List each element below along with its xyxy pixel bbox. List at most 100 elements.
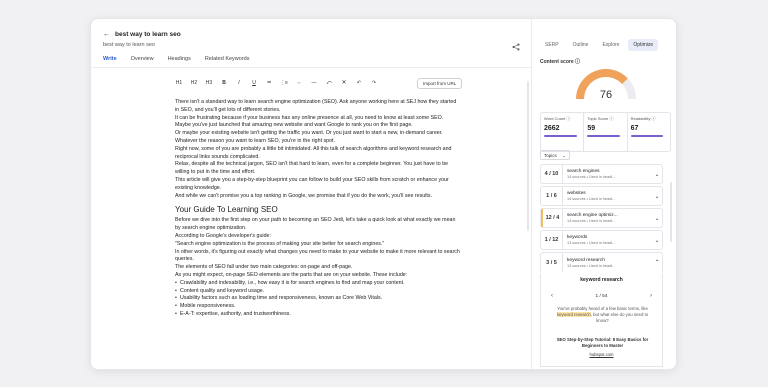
- metric-value: 67: [630, 125, 639, 132]
- source-link[interactable]: hubspot.com: [541, 352, 662, 357]
- tab-serp[interactable]: SERP: [540, 39, 564, 51]
- topic-count: 4 / 10: [541, 165, 563, 183]
- doc-title: best way to learn seo: [115, 31, 181, 38]
- paragraph: Before we dive into the first step on yo…: [175, 217, 456, 232]
- paragraph: Or maybe your existing website isn't get…: [175, 130, 443, 137]
- paragraph: As you might expect, on-page SEO element…: [175, 271, 408, 278]
- metric-bar: [630, 135, 664, 137]
- metric-bar: [544, 135, 577, 137]
- import-from-url-button[interactable]: Import from URL: [417, 78, 463, 89]
- italic-button[interactable]: I: [235, 80, 243, 86]
- sidebar-tabs: SERP Outline Explore Optimize: [540, 39, 659, 51]
- chevron-down-icon[interactable]: ⌄: [652, 193, 662, 200]
- strikethrough-button[interactable]: ⤺: [325, 80, 333, 86]
- topics-select[interactable]: Topics ⌄: [540, 150, 570, 160]
- numbered-list-button[interactable]: ⋮≡: [280, 80, 288, 86]
- topic-sub: 14 sources • Used in headi...: [567, 219, 616, 223]
- topic-item[interactable]: 12 / 4 search engine optimiz... 14 sourc…: [540, 208, 663, 228]
- paragraph: Right now, some of you are probably a li…: [175, 145, 452, 160]
- paragraph: Whatever the reason you want to learn SE…: [175, 137, 336, 144]
- h2-button[interactable]: H2: [190, 80, 198, 86]
- content-heading: Your Guide To Learning SEO: [175, 205, 278, 215]
- paragraph: This article will give you a step-by-ste…: [175, 176, 449, 191]
- chevron-down-icon[interactable]: ⌄: [652, 215, 662, 222]
- h1-button[interactable]: H1: [175, 80, 183, 86]
- redo-button[interactable]: ↷: [370, 80, 378, 86]
- chevron-down-icon: ⌄: [562, 153, 566, 158]
- topic-item[interactable]: 4 / 10 search engines 14 sources • Used …: [540, 164, 663, 184]
- paragraph: According to Google's developer's guide:: [175, 232, 271, 239]
- list-item: Content quality and keyword usage.: [175, 288, 460, 296]
- word-count-metric: Word Count ⓘ 2662: [541, 113, 585, 151]
- tab-outline[interactable]: Outline: [568, 39, 594, 51]
- chevron-right-icon[interactable]: ›: [650, 293, 652, 299]
- list-item: Crawlability and indexability, i.e., how…: [175, 280, 460, 288]
- bold-button[interactable]: B: [220, 80, 228, 86]
- metric-value: 2662: [544, 125, 560, 132]
- editor-pane: ← best way to learn seo best way to lear…: [91, 19, 531, 369]
- metric-label: Topic Score ⓘ: [587, 116, 614, 121]
- topic-sub: 13 sources • Used in headi...: [567, 241, 616, 245]
- tab-explore[interactable]: Explore: [597, 39, 624, 51]
- paragraph: It can be frustrating because if your bu…: [175, 114, 444, 121]
- topic-count: 1 / 12: [541, 231, 563, 249]
- panel-title: keyword research: [580, 277, 623, 283]
- metric-label: Word Count ⓘ: [544, 116, 571, 121]
- paragraph: In other words, it's figuring out exactl…: [175, 248, 460, 263]
- arrow-left-icon[interactable]: ←: [103, 31, 110, 38]
- panel-snippet: You've probably heard of a few basic ter…: [551, 306, 654, 324]
- topic-score-metric: Topic Score ⓘ 59: [584, 113, 628, 151]
- undo-button[interactable]: ↶: [355, 80, 363, 86]
- metric-value: 59: [587, 125, 596, 132]
- snippet-text: , but what else do you need to know?: [590, 312, 649, 323]
- topic-sub: 13 sources • Used in headi...: [567, 263, 616, 268]
- chevron-down-icon[interactable]: ⌄: [652, 171, 662, 178]
- topic-sub: 14 sources • Used in headi...: [567, 175, 616, 179]
- topic-item[interactable]: 1 / 6 websites 14 sources • Used in head…: [540, 186, 663, 206]
- topic-info: websites 14 sources • Used in headi...: [563, 191, 652, 201]
- link-button[interactable]: ⇔: [295, 80, 303, 86]
- metric-bar: [587, 135, 621, 137]
- tabs-divider: [91, 67, 531, 68]
- topic-item[interactable]: 1 / 12 keywords 13 sources • Used in hea…: [540, 230, 663, 250]
- sidebar-scrollbar[interactable]: [670, 182, 672, 242]
- topic-info: search engine optimiz... 14 sources • Us…: [563, 213, 652, 223]
- topic-item-expanded[interactable]: 3 / 5 keyword research 13 sources • Used…: [540, 252, 663, 272]
- underline-button[interactable]: U: [250, 80, 258, 86]
- topic-info: keywords 13 sources • Used in headi...: [563, 235, 652, 245]
- paragraph: Maybe you've just launched that amazing …: [175, 122, 413, 129]
- chevron-left-icon[interactable]: ‹: [551, 293, 553, 299]
- tab-optimize[interactable]: Optimize: [628, 39, 659, 51]
- h3-button[interactable]: H3: [205, 80, 213, 86]
- topic-name: search engine optimiz...: [567, 213, 618, 218]
- topics-select-label: Topics: [544, 153, 557, 158]
- doc-title-row: ← best way to learn seo: [103, 31, 181, 38]
- list-item: E-A-T: expertise, authority, and trustwo…: [175, 311, 460, 319]
- metrics-card: Word Count ⓘ 2662 Topic Score ⓘ 59 Reada…: [540, 112, 671, 152]
- paragraph: There isn't a standard way to learn sear…: [175, 99, 457, 113]
- chevron-up-icon[interactable]: ⌃: [652, 259, 662, 266]
- topic-sub: 14 sources • Used in headi...: [567, 197, 616, 201]
- content-score-value: 76: [599, 89, 613, 101]
- share-icon[interactable]: [512, 38, 520, 56]
- editor-scrollbar[interactable]: [527, 81, 529, 231]
- clear-format-button[interactable]: 🗙: [340, 79, 348, 87]
- doc-subtitle: best way to learn seo: [103, 42, 155, 48]
- topic-detail-panel: keyword research 1 / 54 ‹ › You've proba…: [540, 273, 663, 367]
- chevron-down-icon[interactable]: ⌄: [652, 237, 662, 244]
- topic-count: 3 / 5: [541, 253, 563, 272]
- format-toolbar: H1 H2 H3 B I U ≔ ⋮≡ ⇔ — ⤺ 🗙 ↶ ↷: [175, 79, 378, 87]
- topic-name: keyword research: [567, 257, 605, 263]
- bullet-list-button[interactable]: ≔: [265, 80, 273, 86]
- topic-name: search engines: [567, 169, 600, 174]
- paragraph: And while we can't promise you a top ran…: [175, 192, 432, 199]
- app-window: ← best way to learn seo best way to lear…: [90, 18, 677, 370]
- optimize-sidebar: SERP Outline Explore Optimize Content sc…: [531, 19, 676, 369]
- content-score-label: Content score ⓘ: [540, 59, 581, 65]
- topic-info: keyword research 13 sources • Used in he…: [563, 258, 652, 268]
- editor-content[interactable]: There isn't a standard way to learn sear…: [175, 99, 460, 319]
- bullet-list: Crawlability and indexability, i.e., how…: [175, 280, 460, 319]
- topic-name: websites: [567, 191, 586, 196]
- panel-nav: ‹ ›: [541, 293, 662, 299]
- divider-button[interactable]: —: [310, 80, 318, 86]
